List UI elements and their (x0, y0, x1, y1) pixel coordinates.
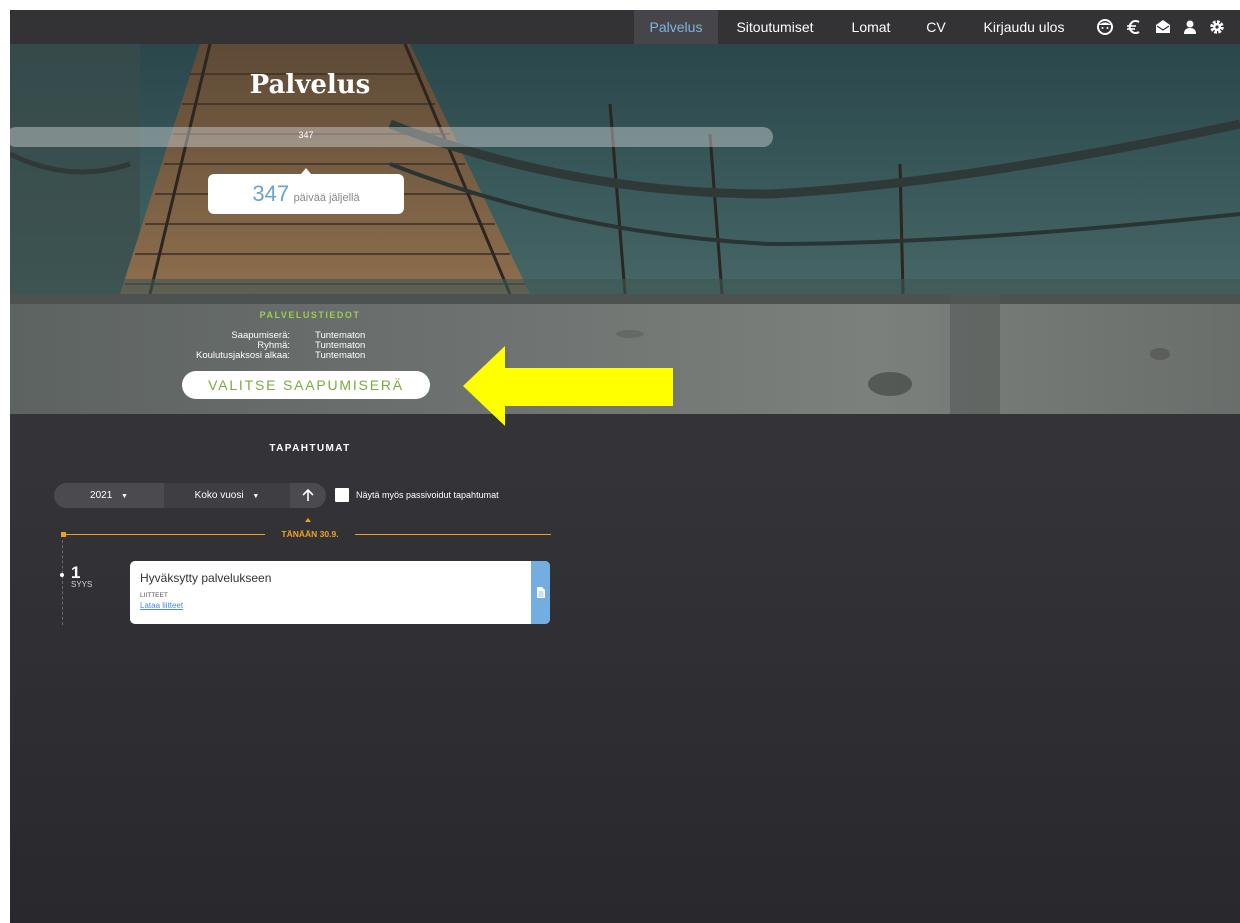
year-select[interactable]: 2021 ▼ (54, 483, 164, 508)
user-icon[interactable] (1181, 18, 1199, 36)
choose-arrival-batch-button[interactable]: VALITSE SAAPUMISERÄ (182, 371, 430, 399)
service-info-heading: PALVELUSTIEDOT (259, 310, 361, 320)
year-select-value: 2021 (90, 490, 113, 501)
event-document-button[interactable] (531, 561, 550, 624)
yellow-annotation-arrow (463, 346, 673, 426)
face-icon[interactable] (1096, 18, 1114, 36)
days-remaining-box: 347 päivää jäljellä (208, 168, 404, 214)
event-month: SYYS (71, 580, 93, 589)
info-label: Koulutusjaksosi alkaa: (196, 350, 290, 361)
nav-lomat[interactable]: Lomat (842, 10, 900, 44)
event-card: Hyväksytty palvelukseen LIITTEET Lataa l… (130, 561, 550, 624)
service-progress-bar: 347 (10, 127, 773, 147)
event-title: Hyväksytty palvelukseen (140, 571, 272, 585)
arrow-up-icon (302, 488, 314, 501)
sort-order-button[interactable] (290, 483, 326, 508)
info-row-training-start: Koulutusjaksosi alkaa: Tuntematon (150, 350, 450, 361)
show-passive-checkbox[interactable] (335, 488, 349, 502)
days-remaining-text: päivää jäljellä (293, 192, 360, 204)
today-line (355, 534, 551, 535)
gear-icon[interactable] (1208, 18, 1226, 36)
timeline-line (62, 540, 63, 625)
period-select-value: Koko vuosi (194, 490, 244, 501)
bridge-background-image (10, 44, 1240, 294)
nav-logout[interactable]: Kirjaudu ulos (976, 10, 1072, 44)
nav-cv[interactable]: CV (916, 10, 956, 44)
period-select[interactable]: Koko vuosi ▼ (164, 483, 290, 508)
today-line-endpoint (61, 532, 66, 537)
nav-sitoutumiset[interactable]: Sitoutumiset (726, 10, 824, 44)
chevron-down-icon: ▼ (252, 493, 260, 500)
info-value: Tuntematon (315, 350, 366, 361)
nav-palvelus[interactable]: Palvelus (634, 10, 718, 44)
document-icon (537, 587, 545, 598)
show-passive-label: Näytä myös passivoidut tapahtumat (356, 490, 499, 500)
events-filter-bar: 2021 ▼ Koko vuosi ▼ (54, 483, 326, 508)
page-title: Palvelus (249, 70, 371, 100)
today-label: TÄNÄÄN 30.9. (281, 529, 339, 539)
app-window: Palvelus Sitoutumiset Lomat CV Kirjaudu … (10, 10, 1240, 923)
hero-banner: Palvelus 347 347 päivää jäljellä (10, 44, 1240, 294)
timeline-dot (60, 573, 64, 577)
progress-label: 347 (298, 130, 314, 140)
euro-icon[interactable] (1125, 18, 1143, 36)
top-nav: Palvelus Sitoutumiset Lomat CV Kirjaudu … (10, 10, 1240, 44)
today-line (62, 534, 265, 535)
today-marker-caret (305, 518, 311, 522)
mail-icon[interactable] (1154, 18, 1172, 36)
chevron-down-icon: ▼ (121, 493, 128, 500)
events-heading: TAPAHTUMAT (269, 443, 351, 454)
download-attachments-link[interactable]: Lataa liitteet (140, 601, 183, 610)
attachments-label: LIITTEET (140, 592, 168, 599)
days-remaining-number: 347 (252, 181, 290, 206)
